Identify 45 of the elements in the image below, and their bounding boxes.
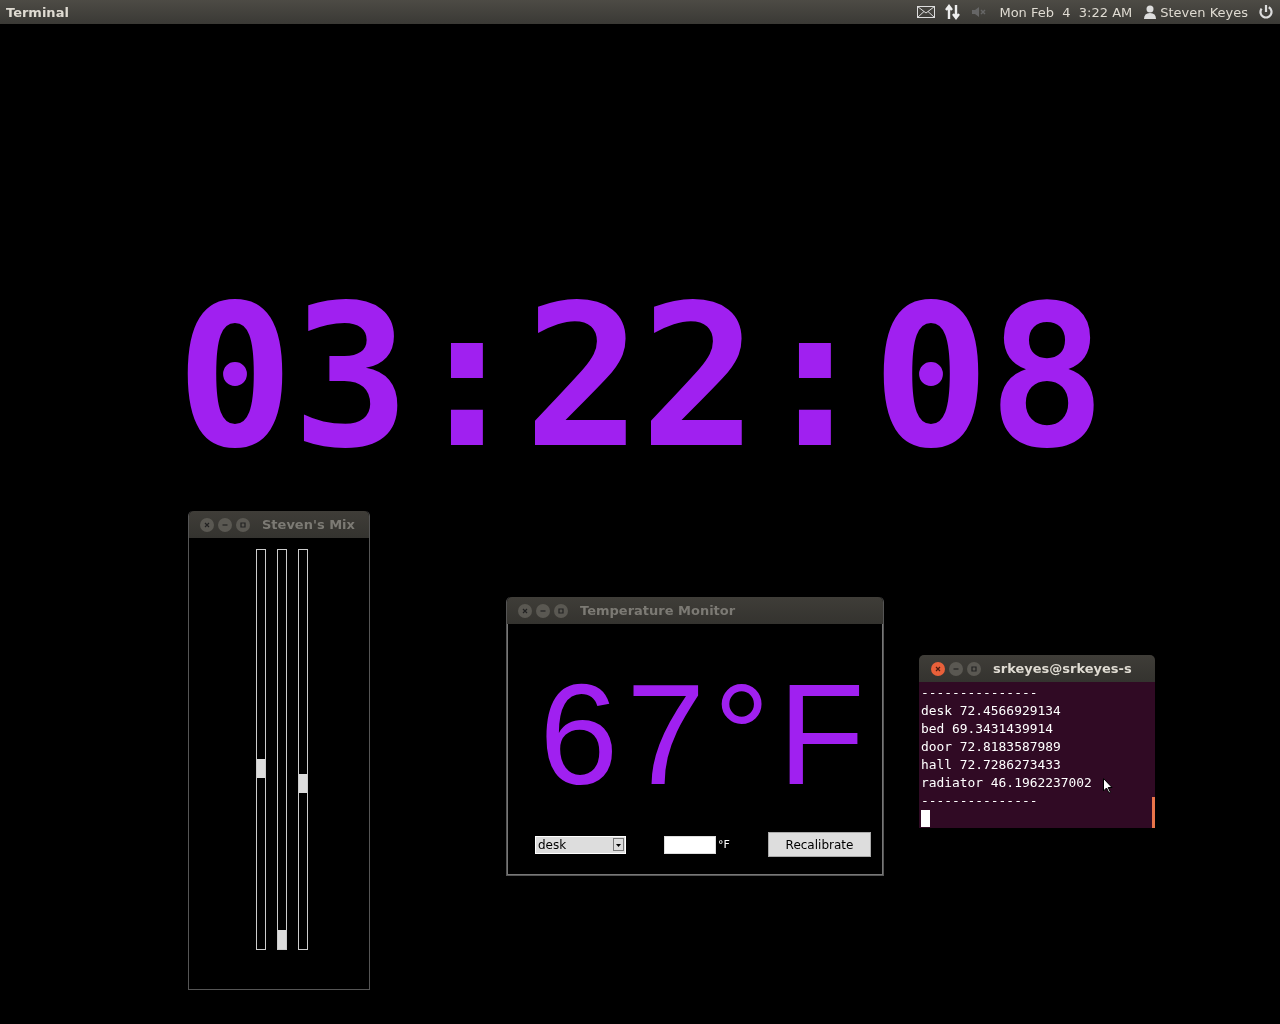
maximize-button[interactable] [967, 661, 981, 676]
maximize-button[interactable] [554, 603, 568, 618]
digital-clock: 03:22:08 [175, 262, 1105, 492]
terminal-line: desk 72.4566929134 [921, 702, 1061, 720]
window-title: Steven's Mix [262, 517, 355, 532]
slider-thumb[interactable] [299, 774, 307, 794]
terminal-line: radiator 46.1962237002 [921, 774, 1092, 792]
minimize-button[interactable] [218, 517, 232, 532]
terminal-line: bed 69.3431439914 [921, 720, 1053, 738]
scrollbar[interactable] [1152, 797, 1155, 828]
volume-slider[interactable] [277, 549, 287, 950]
slider-thumb[interactable] [278, 930, 286, 949]
close-button[interactable] [518, 603, 532, 618]
caret-icon [613, 838, 624, 851]
slider-thumb[interactable] [257, 759, 265, 778]
terminal-line: door 72.8183587989 [921, 738, 1061, 756]
volume-slider[interactable] [256, 549, 266, 950]
unit-label: °F [718, 838, 730, 851]
terminal-line: --------------- [921, 792, 1038, 810]
temperature-reading: 67°F [538, 654, 874, 816]
close-button[interactable] [200, 517, 214, 532]
app-title: Terminal [6, 4, 69, 20]
terminal-line: hall 72.7286273433 [921, 756, 1061, 774]
window-title: srkeyes@srkeyes-s [993, 661, 1132, 676]
recalibrate-button[interactable]: Recalibrate [768, 832, 871, 857]
maximize-icon [969, 663, 979, 674]
terminal-line: --------------- [921, 684, 1038, 702]
window-title: Temperature Monitor [580, 603, 736, 618]
minimize-button[interactable] [536, 603, 550, 618]
power-icon[interactable] [1258, 4, 1274, 20]
sensor-dropdown[interactable]: desk [535, 835, 626, 854]
mail-icon[interactable] [917, 6, 936, 18]
calibration-input[interactable] [664, 835, 717, 854]
person-icon [1144, 5, 1157, 19]
transfer-arrows-icon[interactable] [945, 4, 962, 20]
mouse-pointer-icon [1103, 778, 1113, 794]
muted-speaker-icon[interactable] [971, 6, 988, 18]
volume-slider[interactable] [298, 549, 308, 950]
maximize-icon [556, 605, 566, 616]
maximize-button[interactable] [236, 517, 250, 532]
close-button[interactable] [931, 661, 945, 676]
text-cursor [921, 810, 930, 827]
panel-clock[interactable]: Mon Feb 4 3:22 AM [999, 4, 1133, 20]
maximize-icon [238, 519, 248, 530]
user-menu[interactable]: Steven Keyes [1144, 4, 1248, 20]
